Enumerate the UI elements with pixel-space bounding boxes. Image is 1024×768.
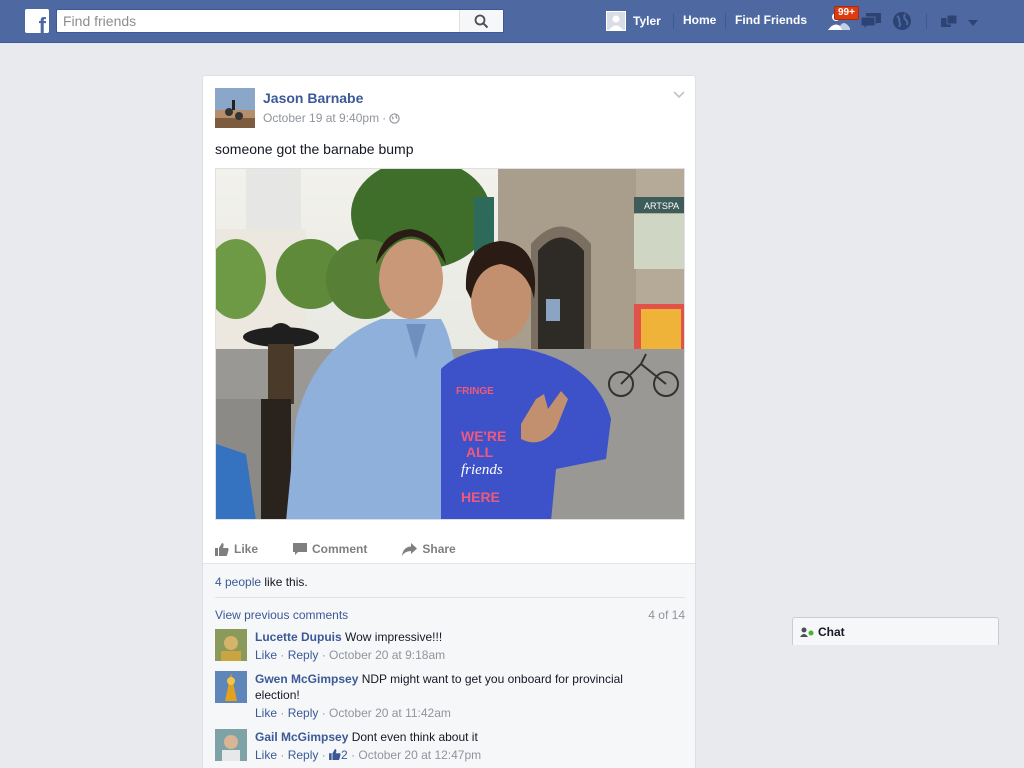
nav-divider: [673, 13, 674, 29]
comment-text: Dont even think about it: [351, 730, 478, 744]
thumbs-up-icon: [329, 749, 341, 760]
commenter-avatar[interactable]: [215, 629, 247, 661]
search-box: [56, 9, 504, 33]
comment-reply-link[interactable]: Reply: [288, 748, 319, 762]
post-author-name[interactable]: Jason Barnabe: [263, 90, 363, 106]
friend-requests-badge: 99+: [834, 6, 859, 20]
find-friends-link[interactable]: Find Friends: [735, 13, 807, 27]
top-navigation-bar: f Tyler Home Find Friends 99+: [0, 0, 1024, 43]
comment-icon: [293, 542, 308, 555]
notifications-globe-icon: [893, 12, 911, 30]
likes-count-link[interactable]: 4 people: [215, 575, 261, 589]
chat-presence-icon: [800, 627, 814, 637]
facebook-logo[interactable]: f: [25, 9, 49, 33]
post-actions: Like Comment Share: [215, 536, 685, 562]
divider: [215, 597, 685, 598]
comment-like-link[interactable]: Like: [255, 648, 277, 662]
building-sign-text: ARTSPA: [644, 201, 679, 211]
privacy-icon: [941, 14, 958, 27]
shirt-text-line-2: ALL: [466, 444, 494, 460]
shirt-text-line-4: HERE: [461, 489, 500, 505]
chat-sidebar-button[interactable]: Chat: [792, 617, 999, 645]
comment-button[interactable]: Comment: [293, 542, 367, 556]
like-label: Like: [234, 542, 259, 556]
public-globe-icon[interactable]: [389, 112, 400, 124]
notifications-button[interactable]: [892, 11, 914, 31]
comment-likes-count[interactable]: 2: [329, 748, 351, 762]
like-button[interactable]: Like: [215, 542, 258, 556]
commenter-name[interactable]: Gwen McGimpsey: [255, 672, 358, 686]
profile-link[interactable]: Tyler: [606, 11, 661, 31]
messages-button[interactable]: [860, 11, 882, 31]
thumbs-up-icon: [215, 542, 229, 556]
chat-label: Chat: [818, 624, 845, 639]
post-text: someone got the barnabe bump: [215, 141, 414, 157]
comment-body: Gwen McGimpsey NDP might want to get you…: [255, 671, 655, 721]
comment-time[interactable]: · October 20 at 12:47pm: [351, 748, 481, 762]
shirt-logo-text: FRINGE: [456, 386, 494, 397]
messages-icon: [860, 13, 881, 31]
share-button[interactable]: Share: [402, 542, 456, 556]
post-photo[interactable]: ARTSPA FRINGE WE'RE ALL friends HERE: [215, 168, 685, 520]
post-card: Jason Barnabe October 19 at 9:40pm · som…: [202, 75, 696, 768]
comment-footer: Like · Reply · October 20 at 9:18am: [255, 648, 446, 662]
comment-reply-link[interactable]: Reply: [288, 648, 319, 662]
comment-body: Gail McGimpsey Dont even think about it …: [255, 729, 655, 763]
nav-divider: [725, 13, 726, 29]
meta-separator: ·: [382, 111, 387, 125]
comment-pagination-count: 4 of 14: [648, 608, 685, 622]
comment-time[interactable]: · October 20 at 11:42am: [322, 706, 451, 720]
comment-footer: Like · Reply · 2 · October 20 at 12:47pm: [255, 748, 482, 762]
likes-suffix: like this.: [261, 575, 308, 589]
commenter-name[interactable]: Lucette Dupuis: [255, 630, 342, 644]
post-timestamp[interactable]: October 19 at 9:40pm: [263, 111, 379, 125]
comments-section: 4 people like this. View previous commen…: [203, 563, 695, 768]
commenter-avatar[interactable]: [215, 671, 247, 703]
photo-illustration: ARTSPA FRINGE WE'RE ALL friends HERE: [216, 169, 684, 519]
account-menu-button[interactable]: [967, 16, 981, 26]
chevron-down-icon: [673, 91, 685, 99]
post-options-button[interactable]: [673, 88, 685, 102]
comment-label: Comment: [312, 542, 368, 556]
comment-footer: Like · Reply · October 20 at 11:42am: [255, 706, 451, 720]
comment-like-link[interactable]: Like: [255, 706, 277, 720]
share-label: Share: [422, 542, 456, 556]
comment-time[interactable]: · October 20 at 9:18am: [322, 648, 445, 662]
home-link[interactable]: Home: [683, 13, 716, 27]
author-avatar[interactable]: [215, 88, 255, 128]
post-meta: October 19 at 9:40pm ·: [263, 111, 400, 125]
share-arrow-icon: [402, 542, 418, 556]
comment-text: Wow impressive!!!: [345, 630, 443, 644]
comment-like-link[interactable]: Like: [255, 748, 277, 762]
likes-summary: 4 people like this.: [215, 575, 308, 589]
view-previous-comments-link[interactable]: View previous comments: [215, 608, 348, 622]
account-menu-chevron-icon: [968, 20, 978, 26]
nav-divider: [926, 13, 927, 29]
search-icon: [474, 14, 489, 28]
shirt-text-line-3: friends: [461, 462, 503, 478]
comment-reply-link[interactable]: Reply: [288, 706, 319, 720]
user-name: Tyler: [633, 14, 661, 28]
privacy-shortcuts-button[interactable]: [940, 13, 962, 33]
commenter-avatar[interactable]: [215, 729, 247, 761]
shirt-text-line-1: WE'RE: [461, 428, 506, 444]
commenter-name[interactable]: Gail McGimpsey: [255, 730, 348, 744]
comment-body: Lucette Dupuis Wow impressive!!! Like · …: [255, 629, 655, 663]
user-avatar: [606, 11, 626, 31]
search-input[interactable]: [57, 10, 459, 32]
search-button[interactable]: [459, 10, 503, 32]
